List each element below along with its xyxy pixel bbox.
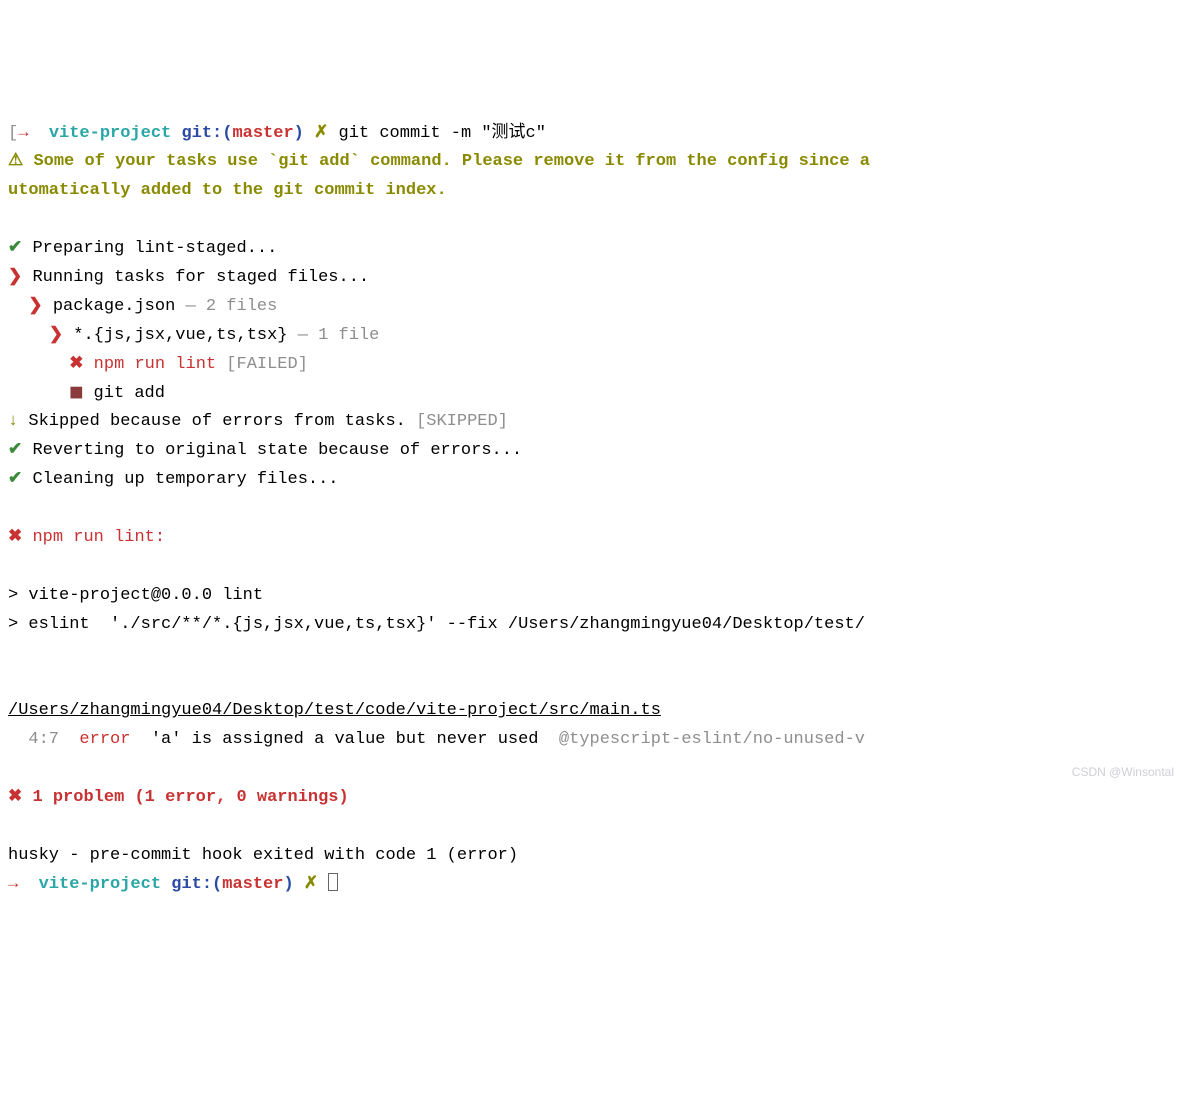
prompt-paren-close: ) bbox=[294, 124, 304, 143]
step-gitadd: git add bbox=[94, 384, 165, 403]
warning-line-2: utomatically added to the git commit ind… bbox=[8, 181, 447, 200]
warning-icon: ⚠ bbox=[8, 152, 23, 171]
step-glob: *.{js,jsx,vue,ts,tsx} bbox=[73, 326, 287, 345]
error-message: 'a' is assigned a value but never used bbox=[151, 730, 539, 749]
step-skipped-status: [SKIPPED] bbox=[416, 412, 508, 431]
script-line-2: > eslint './src/**/*.{js,jsx,vue,ts,tsx}… bbox=[8, 615, 865, 634]
arrow-icon: ❯ bbox=[8, 268, 22, 287]
error-level: error bbox=[79, 730, 130, 749]
prompt-dirty-icon: ✗ bbox=[314, 124, 328, 143]
arrow-icon: ❯ bbox=[49, 326, 63, 345]
x-icon: ✖ bbox=[69, 355, 83, 374]
check-icon: ✔ bbox=[8, 239, 22, 258]
problem-summary: 1 problem (1 error, 0 warnings) bbox=[32, 788, 348, 807]
prompt-bracket: [ bbox=[8, 124, 18, 143]
step-package: package.json bbox=[53, 297, 175, 316]
step-skipped: Skipped because of errors from tasks. bbox=[28, 412, 405, 431]
step-package-suffix: — 2 files bbox=[175, 297, 277, 316]
x-icon: ✖ bbox=[8, 788, 22, 807]
step-preparing: Preparing lint-staged... bbox=[32, 239, 277, 258]
script-line-1: > vite-project@0.0.0 lint bbox=[8, 586, 263, 605]
prompt-project: vite-project bbox=[49, 124, 171, 143]
step-lint-status: [FAILED] bbox=[226, 355, 308, 374]
fail-header: npm run lint: bbox=[32, 528, 165, 547]
prompt-dirty-icon: ✗ bbox=[304, 875, 318, 894]
husky-output: husky - pre-commit hook exited with code… bbox=[8, 846, 518, 865]
check-icon: ✔ bbox=[8, 470, 22, 489]
down-arrow-icon: ↓ bbox=[8, 412, 18, 431]
step-revert: Reverting to original state because of e… bbox=[32, 441, 522, 460]
step-lint: npm run lint bbox=[94, 355, 216, 374]
warning-line-1: Some of your tasks use `git add` command… bbox=[33, 152, 870, 171]
prompt-arrow-icon: → bbox=[8, 875, 18, 894]
prompt-project: vite-project bbox=[39, 875, 161, 894]
prompt-paren-open: ( bbox=[212, 875, 222, 894]
error-pos: 4:7 bbox=[8, 730, 59, 749]
arrow-icon: ❯ bbox=[28, 297, 42, 316]
prompt-branch: master bbox=[232, 124, 293, 143]
x-icon: ✖ bbox=[8, 528, 22, 547]
check-icon: ✔ bbox=[8, 441, 22, 460]
step-running: Running tasks for staged files... bbox=[32, 268, 369, 287]
command-text: git commit -m "测试c" bbox=[339, 124, 546, 143]
cursor-icon[interactable] bbox=[328, 873, 338, 891]
stop-icon: ◼ bbox=[69, 384, 83, 403]
step-clean: Cleaning up temporary files... bbox=[32, 470, 338, 489]
prompt-paren-close: ) bbox=[283, 875, 293, 894]
terminal-output: [→ vite-project git:(master) ✗ git commi… bbox=[8, 120, 1174, 900]
error-rule: @typescript-eslint/no-unused-v bbox=[559, 730, 865, 749]
prompt-git-label: git: bbox=[171, 875, 212, 894]
prompt-branch: master bbox=[222, 875, 283, 894]
watermark: CSDN @Winsontal bbox=[1072, 762, 1174, 782]
prompt-arrow-icon: → bbox=[18, 124, 28, 143]
prompt-paren-open: ( bbox=[222, 124, 232, 143]
prompt-git-label: git: bbox=[181, 124, 222, 143]
step-glob-suffix: — 1 file bbox=[288, 326, 380, 345]
error-file-path: /Users/zhangmingyue04/Desktop/test/code/… bbox=[8, 701, 661, 720]
